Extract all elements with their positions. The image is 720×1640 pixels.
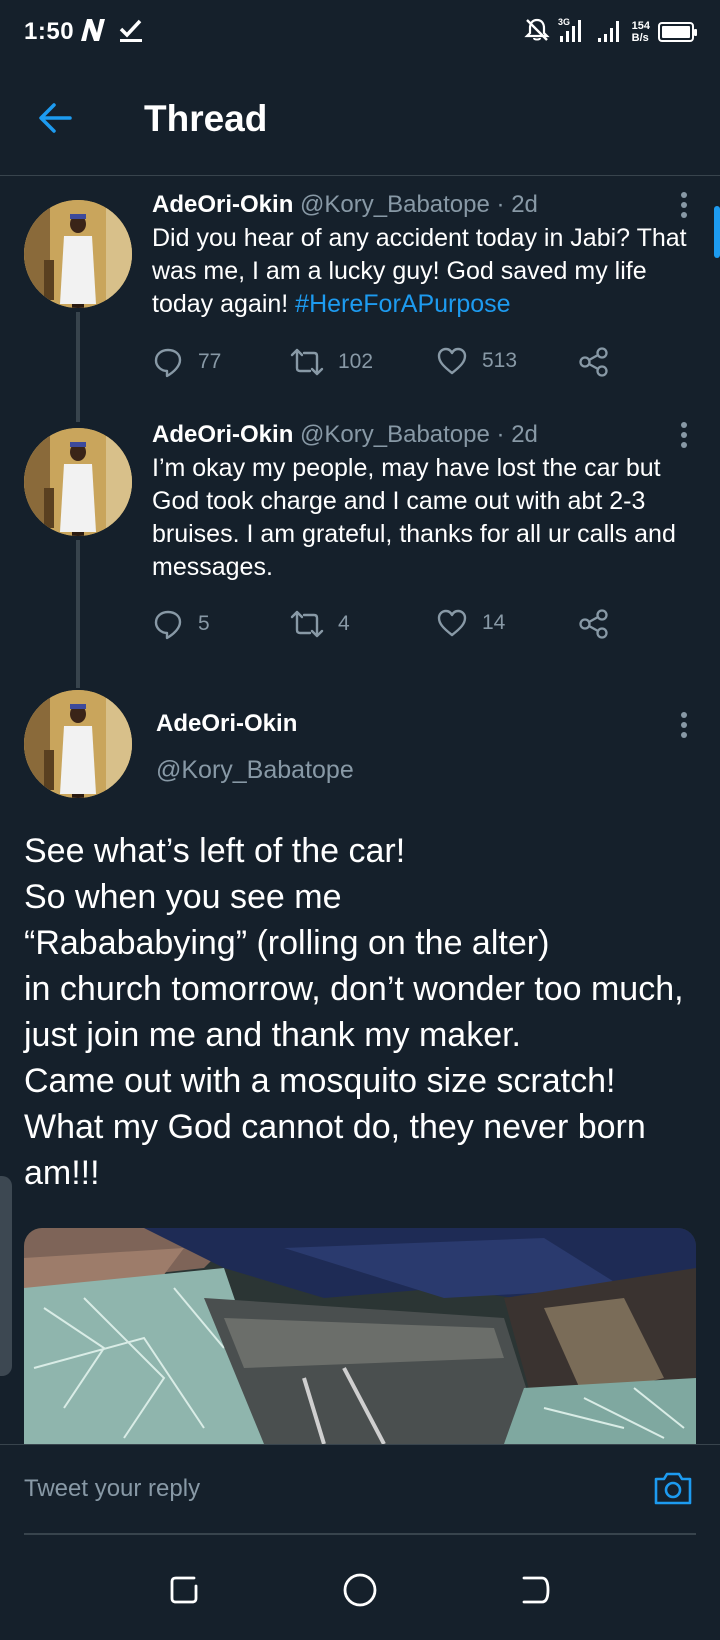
app-header: Thread <box>0 64 720 176</box>
reply-input[interactable] <box>24 1445 696 1535</box>
heart-icon <box>437 347 467 375</box>
signal-3g-icon: 3G <box>558 16 588 49</box>
tweet-actions: 77 102 513 <box>152 346 632 386</box>
retweet-count: 102 <box>338 350 374 373</box>
signal-icon <box>596 16 624 49</box>
author-handle[interactable]: @Kory_Babatope <box>300 421 490 448</box>
home-circle-icon <box>343 1573 377 1607</box>
back-arrow-icon <box>39 103 72 133</box>
tweet-time: · 2d <box>496 191 538 218</box>
more-options-icon[interactable] <box>678 420 690 450</box>
share-icon <box>579 609 608 639</box>
tweet[interactable]: AdeOri-Okin @Kory_Babatope · 2d Did you … <box>0 190 720 400</box>
camera-button[interactable] <box>652 1467 694 1509</box>
reply-icon <box>154 348 182 378</box>
main-tweet-text: See what’s left of the car! So when you … <box>24 832 684 1192</box>
retweet-button[interactable]: 102 <box>290 346 373 378</box>
status-time: 1:50 <box>24 18 75 45</box>
battery-icon <box>658 22 697 42</box>
like-button[interactable]: 513 <box>436 346 517 376</box>
tweet-time: · 2d <box>496 421 538 448</box>
status-bar: 1:50 3G 154 B/s <box>0 0 720 64</box>
network-speed: 154 B/s <box>632 20 650 44</box>
network-speed-unit: B/s <box>631 32 649 44</box>
reply-button[interactable]: 5 <box>152 608 210 640</box>
avatar[interactable] <box>24 690 132 798</box>
check-icon <box>118 17 144 50</box>
main-tweet: AdeOri-Okin @Kory_Babatope See what’s le… <box>0 690 720 1230</box>
recent-apps-icon <box>170 1576 198 1604</box>
author-handle[interactable]: @Kory_Babatope <box>300 191 490 218</box>
page-title: Thread <box>144 98 268 139</box>
author-handle[interactable]: @Kory_Babatope <box>156 756 354 785</box>
hashtag-link[interactable]: #HereForAPurpose <box>295 290 510 318</box>
share-button[interactable] <box>578 608 610 640</box>
heart-icon <box>437 609 467 637</box>
reply-count: 5 <box>198 612 210 635</box>
system-nav-bar <box>0 1540 720 1640</box>
author-name[interactable]: AdeOri-Okin <box>152 191 293 218</box>
tweet-header: AdeOri-Okin @Kory_Babatope · 2d <box>152 420 538 450</box>
home-button[interactable] <box>340 1570 380 1610</box>
tweet-media-image[interactable] <box>24 1228 696 1444</box>
reply-icon <box>154 610 182 640</box>
more-options-icon[interactable] <box>678 190 690 220</box>
network-n-icon <box>78 17 106 50</box>
tweet[interactable]: AdeOri-Okin @Kory_Babatope · 2d I’m okay… <box>0 420 720 660</box>
avatar[interactable] <box>24 428 132 536</box>
camera-icon <box>654 1472 692 1505</box>
back-nav-button[interactable] <box>516 1570 556 1610</box>
mute-icon <box>523 17 550 48</box>
retweet-button[interactable]: 4 <box>290 608 350 640</box>
recent-apps-button[interactable] <box>164 1570 204 1610</box>
retweet-count: 4 <box>338 612 350 635</box>
tweet-text: I’m okay my people, may have lost the ca… <box>152 454 676 581</box>
like-button[interactable]: 14 <box>436 608 505 638</box>
author-name[interactable]: AdeOri-Okin <box>156 710 297 738</box>
reply-count: 77 <box>198 350 222 373</box>
tweet-actions: 5 4 14 <box>152 608 632 648</box>
status-right: 3G 154 B/s <box>523 16 697 49</box>
network-speed-value: 154 <box>631 20 650 32</box>
svg-text:3G: 3G <box>558 17 570 27</box>
author-name[interactable]: AdeOri-Okin <box>152 421 293 448</box>
tweet-header: AdeOri-Okin @Kory_Babatope · 2d <box>152 190 538 220</box>
more-options-icon[interactable] <box>678 710 690 740</box>
like-count: 513 <box>482 349 518 372</box>
back-nav-icon <box>522 1576 550 1604</box>
tweet-text: Did you hear of any accident today in Ja… <box>152 222 692 321</box>
retweet-icon <box>290 610 324 638</box>
share-icon <box>579 347 608 377</box>
reply-bar <box>0 1444 720 1540</box>
reply-button[interactable]: 77 <box>152 346 221 378</box>
share-button[interactable] <box>578 346 610 378</box>
back-button[interactable] <box>36 98 76 138</box>
retweet-icon <box>290 348 324 376</box>
like-count: 14 <box>482 611 506 634</box>
avatar[interactable] <box>24 200 132 308</box>
